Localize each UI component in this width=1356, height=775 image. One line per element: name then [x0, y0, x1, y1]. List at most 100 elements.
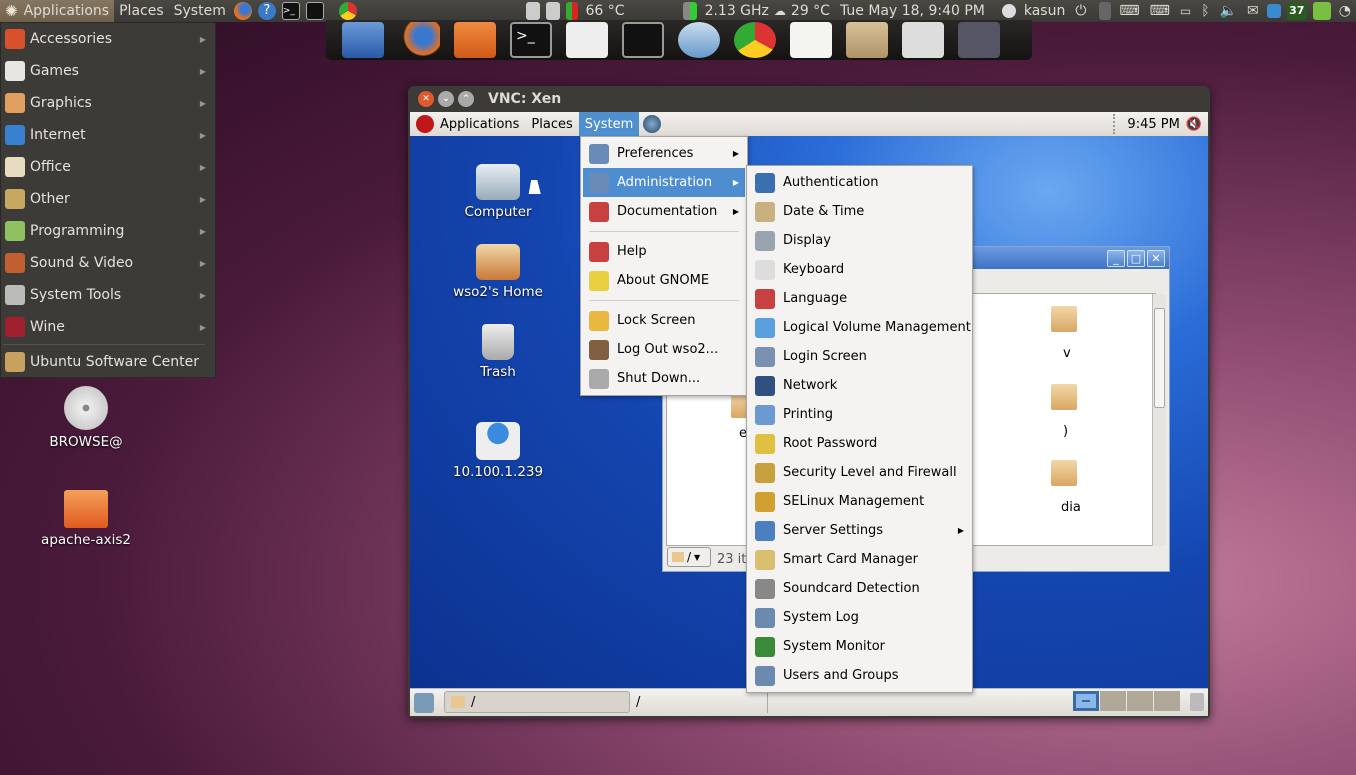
menu-item-keyboard[interactable]: Keyboard	[749, 255, 970, 284]
volume-icon[interactable]: 🔈	[1215, 0, 1242, 22]
workspace-4[interactable]	[1154, 691, 1180, 711]
menu-item-soundcard-detection[interactable]: Soundcard Detection	[749, 574, 970, 603]
desktop-icon-apache-axis2[interactable]: apache-axis2	[16, 490, 156, 548]
workspace-2[interactable]	[1100, 691, 1126, 711]
wifi-icon[interactable]: ◔	[1334, 0, 1356, 22]
weather-readout[interactable]: 29 °C	[786, 0, 835, 22]
taskbar-item-2[interactable]: /	[632, 691, 768, 713]
menu-item-logical-volume-management[interactable]: Logical Volume Management	[749, 313, 971, 342]
terminal-icon[interactable]: >_	[510, 22, 552, 58]
panel-handle[interactable]	[1113, 114, 1117, 134]
show-desktop-icon[interactable]	[414, 693, 434, 713]
menu-item-administration[interactable]: Administration ▶	[583, 168, 745, 197]
workspace-switcher[interactable]	[1073, 691, 1180, 711]
menu-item-preferences[interactable]: Preferences ▶	[583, 139, 745, 168]
minimize-button[interactable]: _	[1107, 249, 1125, 267]
keyboard-icon[interactable]: ⌨	[1114, 0, 1144, 22]
menu-item-about-gnome[interactable]: About GNOME	[583, 266, 745, 295]
menu-item-root-password[interactable]: Root Password	[749, 429, 970, 458]
menu-item-system-monitor[interactable]: System Monitor	[749, 632, 970, 661]
chrome-icon[interactable]	[734, 22, 776, 58]
window-preview-1[interactable]	[902, 22, 944, 58]
system-menu[interactable]: System	[169, 0, 231, 22]
places-menu[interactable]: Places	[114, 0, 169, 22]
menu-item-system-log[interactable]: System Log	[749, 603, 970, 632]
system-monitor-icon[interactable]	[305, 2, 324, 20]
vnc-titlebar[interactable]: ✕ ⌄ ⌃ VNC: Xen	[408, 86, 1210, 112]
user-name[interactable]: kasun	[1019, 0, 1070, 22]
scrollbar[interactable]	[1152, 294, 1166, 546]
desktop-icon-dvd[interactable]: BROWSE@	[16, 386, 156, 450]
menu-item-network[interactable]: Network	[749, 371, 970, 400]
folder-icon[interactable]	[1051, 306, 1077, 332]
menu-item-programming[interactable]: Programming ▶	[1, 215, 215, 247]
vnc-places-menu[interactable]: Places	[525, 112, 578, 136]
maximize-button[interactable]: □	[1127, 249, 1145, 267]
menu-item-date-time[interactable]: Date & Time	[749, 197, 970, 226]
network-globe-icon[interactable]	[643, 115, 662, 133]
applications-menu[interactable]: ✺ Applications	[0, 0, 115, 22]
menu-item-other[interactable]: Other ▶	[1, 183, 215, 215]
menu-item-language[interactable]: Language	[749, 284, 970, 313]
power-icon[interactable]: ⏻	[1070, 0, 1091, 22]
window-preview-2[interactable]	[958, 22, 1000, 58]
close-button[interactable]: ✕	[418, 91, 434, 107]
minimize-button[interactable]: ⌄	[438, 91, 454, 107]
menu-item-log-out-wso2[interactable]: Log Out wso2...	[583, 335, 745, 364]
keyboard-layout-icon[interactable]: ⌨	[1145, 0, 1175, 22]
folder-icon[interactable]	[1051, 384, 1077, 410]
vnc-icon-network-share[interactable]: 10.100.1.239	[428, 422, 568, 480]
menu-item-internet[interactable]: Internet ▶	[1, 119, 215, 151]
taskbar-item-file-browser[interactable]: /	[444, 691, 630, 713]
menu-item-lock-screen[interactable]: Lock Screen	[583, 306, 745, 335]
mail-icon[interactable]: ✉	[1242, 0, 1264, 22]
menu-item-office[interactable]: Office ▶	[1, 151, 215, 183]
trash-applet-icon[interactable]	[1190, 693, 1204, 711]
menu-item-graphics[interactable]: Graphics ▶	[1, 87, 215, 119]
maximize-button[interactable]: ⌃	[458, 91, 474, 107]
folder-icon[interactable]	[1051, 460, 1077, 486]
firefox-icon[interactable]	[233, 2, 252, 20]
vnc-icon-home[interactable]: wso2's Home	[428, 244, 568, 300]
downloads-icon[interactable]	[846, 22, 888, 58]
text-editor-icon[interactable]	[790, 22, 832, 58]
install-icon[interactable]	[342, 22, 384, 58]
menu-item-smart-card-manager[interactable]: Smart Card Manager	[749, 545, 970, 574]
battery-icon[interactable]: ▭	[1175, 0, 1196, 22]
update-icon[interactable]	[1312, 2, 1331, 20]
vnc-system-menu[interactable]: System	[578, 112, 640, 136]
menu-item-ubuntu-software-center[interactable]: Ubuntu Software Center	[1, 346, 215, 378]
menu-item-system-tools[interactable]: System Tools ▶	[1, 279, 215, 311]
menu-item-games[interactable]: Games ▶	[1, 55, 215, 87]
menu-item-authentication[interactable]: Authentication	[749, 168, 970, 197]
volume-muted-icon[interactable]: 🔇	[1186, 117, 1202, 132]
vnc-clock[interactable]: 9:45 PM	[1127, 117, 1179, 132]
notification-badge[interactable]: 37	[1286, 2, 1307, 20]
menu-item-printing[interactable]: Printing	[749, 400, 970, 429]
menu-item-help[interactable]: Help	[583, 237, 745, 266]
vnc-icon-computer[interactable]: Computer	[428, 164, 568, 220]
menu-item-sound-video[interactable]: Sound & Video ▶	[1, 247, 215, 279]
menu-item-documentation[interactable]: Documentation ▶	[583, 197, 745, 226]
location-dropdown[interactable]: / ▼	[667, 547, 711, 567]
menu-item-accessories[interactable]: Accessories ▶	[1, 23, 215, 55]
dropbox-icon[interactable]	[1266, 4, 1281, 18]
removable-drive-icon[interactable]	[1099, 2, 1112, 20]
menu-item-wine[interactable]: Wine ▶	[1, 311, 215, 343]
screenshot-icon[interactable]	[566, 22, 608, 58]
terminal-icon[interactable]: >_	[281, 2, 300, 20]
menu-item-shut-down[interactable]: Shut Down...	[583, 364, 745, 393]
home-folder-icon[interactable]	[454, 22, 496, 58]
bluetooth-icon[interactable]: ᛒ	[1196, 0, 1214, 22]
clock[interactable]: Tue May 18, 9:40 PM	[835, 0, 990, 22]
system-monitor-icon[interactable]	[622, 22, 664, 58]
menu-item-display[interactable]: Display	[749, 226, 970, 255]
menu-item-login-screen[interactable]: Login Screen	[749, 342, 970, 371]
menu-item-selinux-management[interactable]: SELinux Management	[749, 487, 970, 516]
vnc-applications-menu[interactable]: Applications	[434, 112, 525, 136]
workspace-1[interactable]	[1073, 691, 1099, 711]
menu-item-users-and-groups[interactable]: Users and Groups	[749, 661, 970, 690]
vnc-icon-trash[interactable]: Trash	[428, 324, 568, 380]
menu-item-server-settings[interactable]: Server Settings ▶	[749, 516, 970, 545]
scroll-thumb[interactable]	[1154, 308, 1165, 408]
